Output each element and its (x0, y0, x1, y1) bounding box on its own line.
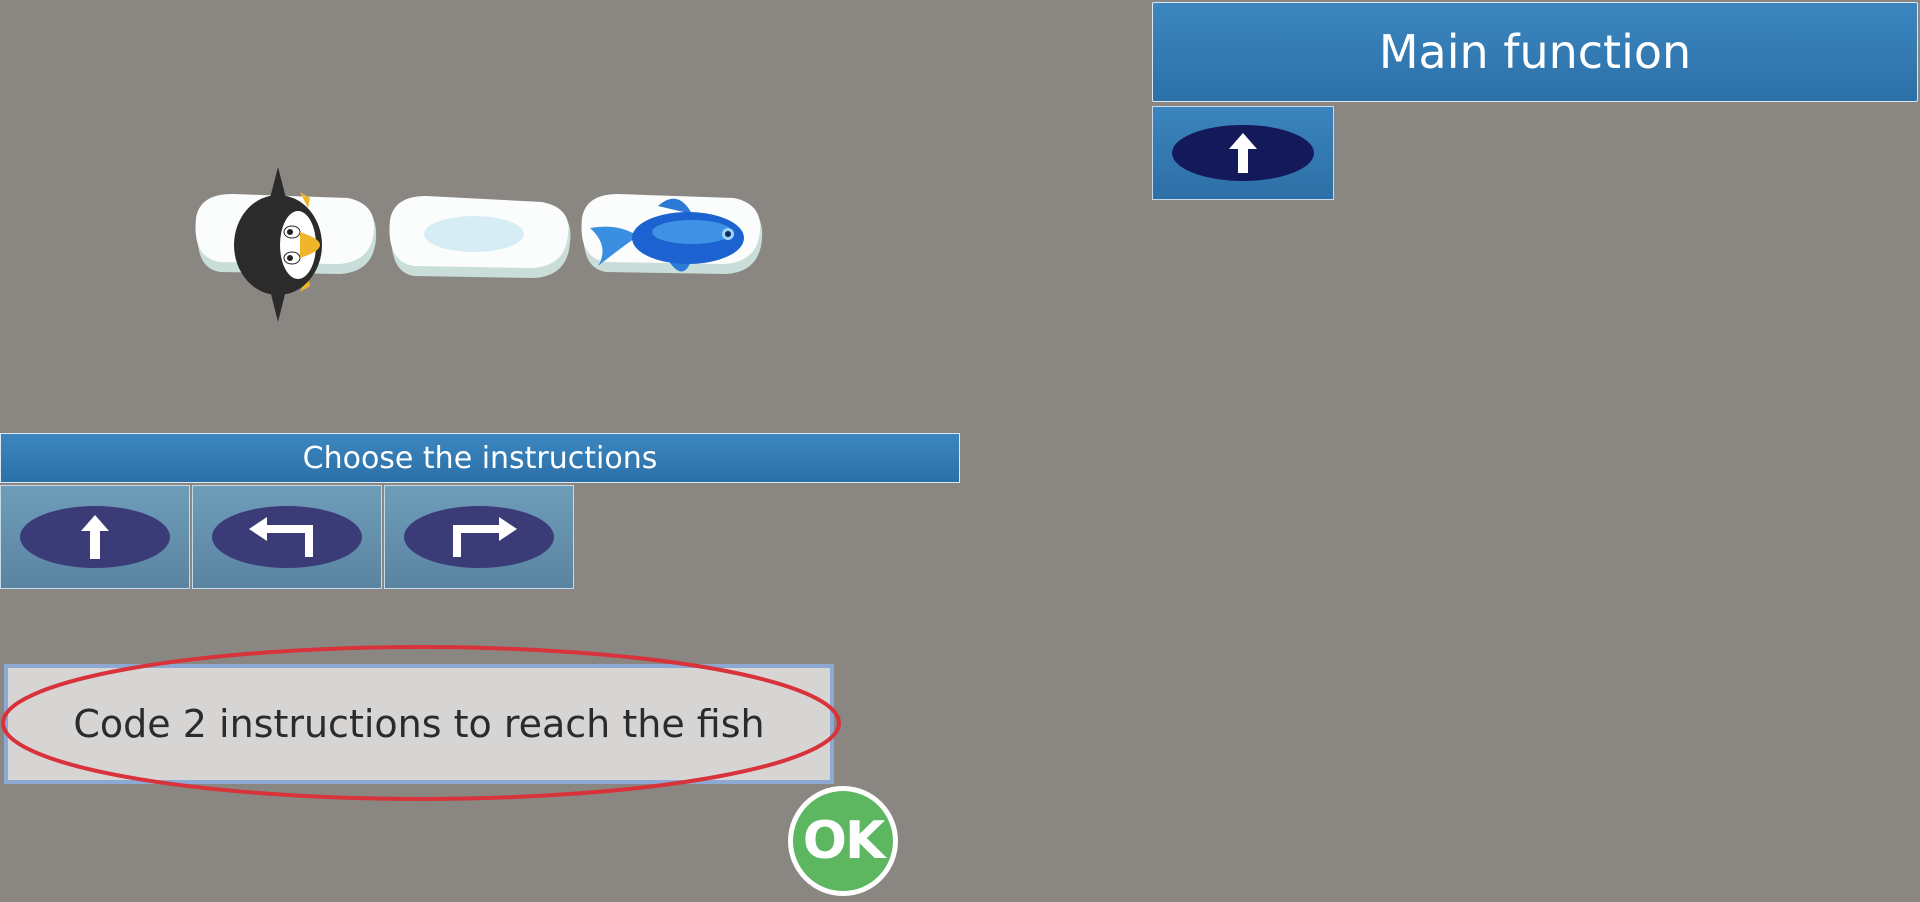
board-tile-penguin (190, 167, 380, 322)
fish-icon (590, 198, 744, 272)
palette-forward-button[interactable] (0, 485, 190, 589)
instruction-oval (20, 506, 170, 568)
board-tile-empty (384, 192, 574, 290)
turn-right-icon (453, 517, 517, 557)
board-tile-fish (576, 190, 766, 288)
palette-turn-left-button[interactable] (192, 485, 382, 589)
main-function-header: Main function (1152, 2, 1918, 102)
main-function-slot-forward[interactable] (1152, 106, 1334, 200)
instruction-oval (212, 506, 362, 568)
palette-turn-right-button[interactable] (384, 485, 574, 589)
turn-left-icon (249, 517, 313, 557)
ok-button-face: OK (793, 791, 893, 891)
main-function-title: Main function (1378, 25, 1692, 79)
penguin-icon (234, 167, 322, 322)
palette-title: Choose the instructions (302, 440, 658, 476)
arrow-up-icon (1229, 133, 1257, 173)
ice-floe (389, 196, 571, 278)
palette-header: Choose the instructions (0, 433, 960, 483)
instruction-oval (404, 506, 554, 568)
hint-box: Code 2 instructions to reach the fish (4, 664, 834, 784)
instruction-oval (1172, 125, 1314, 181)
ok-button[interactable]: OK (788, 786, 898, 896)
hint-text: Code 2 instructions to reach the fish (73, 702, 765, 746)
ok-button-label: OK (802, 811, 885, 871)
arrow-up-icon (81, 515, 109, 559)
